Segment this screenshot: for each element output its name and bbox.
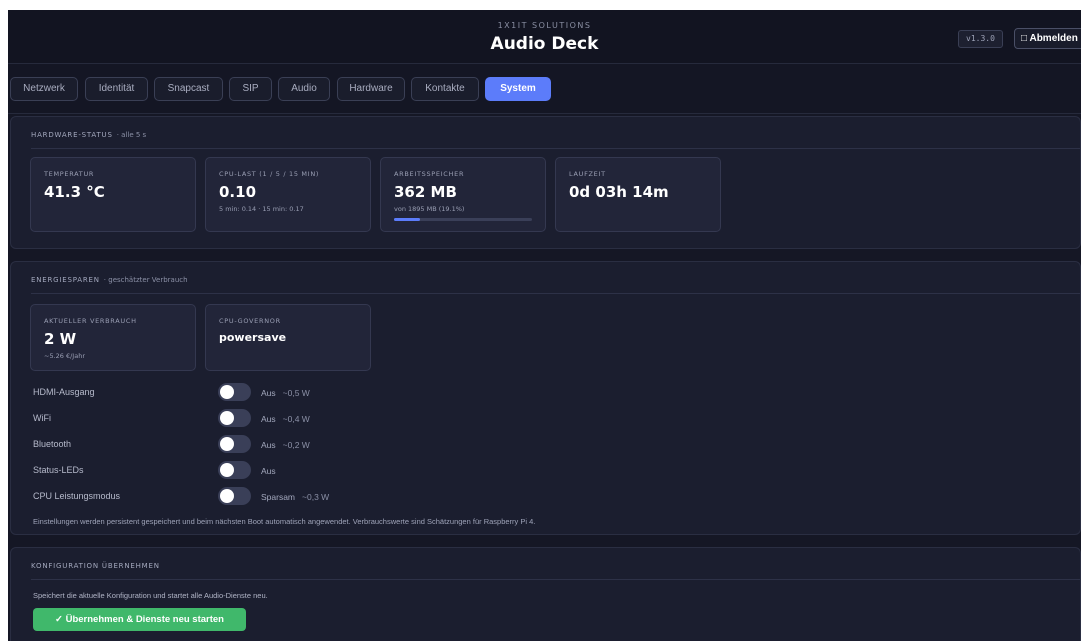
governor-value: powersave [219,331,287,344]
hardware-status-title: HARDWARE-STATUS [31,131,113,139]
wifi-state: Aus ~0,4 W [261,414,310,424]
uptime-card: LAUFZEIT 0d 03h 14m [555,157,721,232]
logout-button[interactable]: □ Abmelden [1014,28,1081,49]
cpu-load-card: CPU-LAST (1 / 5 / 15 MIN) 0.10 5 min: 0.… [205,157,371,232]
cpu-load-detail: 5 min: 0.14 · 15 min: 0.17 [219,205,304,213]
status-leds-state: Aus [261,466,276,476]
bluetooth-toggle[interactable] [218,435,251,453]
temperature-value: 41.3 °C [44,183,105,201]
tab-kontakte[interactable]: Kontakte [411,77,479,101]
card-label: AKTUELLER VERBRAUCH [44,317,137,325]
section-title: KONFIGURATION ÜBERNEHMEN [31,562,160,570]
uptime-value: 0d 03h 14m [569,183,669,201]
logout-label: Abmelden [1029,33,1078,44]
apply-description: Speichert die aktuelle Konfiguration und… [33,591,268,600]
status-leds-toggle[interactable] [218,461,251,479]
apply-section: KONFIGURATION ÜBERNEHMEN Speichert die a… [10,547,1081,641]
card-label: CPU-LAST (1 / 5 / 15 MIN) [219,170,320,178]
apply-restart-button[interactable]: ✓ Übernehmen & Dienste neu starten [33,608,246,631]
tab-netzwerk[interactable]: Netzwerk [10,77,78,101]
tab-hardware[interactable]: Hardware [337,77,405,101]
energy-section: ENERGIESPAREN · geschätzter Verbrauch AKT… [10,261,1081,535]
consumption-card: AKTUELLER VERBRAUCH 2 W ~5.26 €/Jahr [30,304,196,371]
toggle-label-cpu-mode: CPU Leistungsmodus [33,491,121,501]
refresh-note: · alle 5 s [116,131,147,139]
energy-title: ENERGIESPAREN [31,276,100,284]
card-label: CPU-GOVERNOR [219,317,281,325]
section-title: HARDWARE-STATUS · alle 5 s [31,131,146,139]
toggle-knob [220,411,234,425]
toggle-knob [220,489,234,503]
energy-footnote: Einstellungen werden persistent gespeich… [33,517,536,526]
hdmi-state: Aus ~0,5 W [261,388,310,398]
app-window: 1X1IT SOLUTIONS Audio Deck v1.3.0 □ Abme… [8,10,1081,641]
logout-icon: □ [1021,33,1028,44]
version-badge: v1.3.0 [958,30,1003,48]
card-label: ARBEITSSPEICHER [394,170,465,178]
cpu-mode-state: Sparsam ~0,3 W [261,492,330,502]
divider [31,148,1080,149]
tab-system[interactable]: System [485,77,551,101]
toggle-label-status-leds: Status-LEDs [33,465,84,475]
memory-detail: von 1895 MB (19.1%) [394,205,465,213]
tab-sip[interactable]: SIP [229,77,272,101]
tab-audio[interactable]: Audio [278,77,330,101]
divider [31,293,1080,294]
toggle-knob [220,437,234,451]
toggle-knob [220,385,234,399]
hdmi-toggle[interactable] [218,383,251,401]
energy-note: · geschätzter Verbrauch [103,276,188,284]
toggle-label-wifi: WiFi [33,413,51,423]
section-title: ENERGIESPAREN · geschätzter Verbrauch [31,276,188,284]
memory-usage-bar [394,218,532,221]
tab-identitaet[interactable]: Identität [85,77,148,101]
consumption-cost: ~5.26 €/Jahr [44,352,86,360]
card-label: TEMPERATUR [44,170,95,178]
cpu-load-value: 0.10 [219,183,257,201]
memory-usage-fill [394,218,421,221]
temperature-card: TEMPERATUR 41.3 °C [30,157,196,232]
tab-bar: Netzwerk Identität Snapcast SIP Audio Ha… [8,64,1081,114]
bluetooth-state: Aus ~0,2 W [261,440,310,450]
app-header: 1X1IT SOLUTIONS Audio Deck v1.3.0 □ Abme… [8,10,1081,64]
toggle-label-bluetooth: Bluetooth [33,439,72,449]
app-title: Audio Deck [490,34,599,54]
cpu-mode-toggle[interactable] [218,487,251,505]
divider [31,579,1080,580]
toggle-label-hdmi: HDMI-Ausgang [33,387,95,397]
company-name: 1X1IT SOLUTIONS [497,21,592,30]
toggle-knob [220,463,234,477]
card-label: LAUFZEIT [569,170,606,178]
governor-card: CPU-GOVERNOR powersave [205,304,371,371]
hardware-status-section: HARDWARE-STATUS · alle 5 s TEMPERATUR 41.… [10,116,1081,249]
wifi-toggle[interactable] [218,409,251,427]
consumption-value: 2 W [44,330,77,348]
memory-card: ARBEITSSPEICHER 362 MB von 1895 MB (19.1… [380,157,546,232]
memory-value: 362 MB [394,183,457,201]
tab-snapcast[interactable]: Snapcast [154,77,223,101]
